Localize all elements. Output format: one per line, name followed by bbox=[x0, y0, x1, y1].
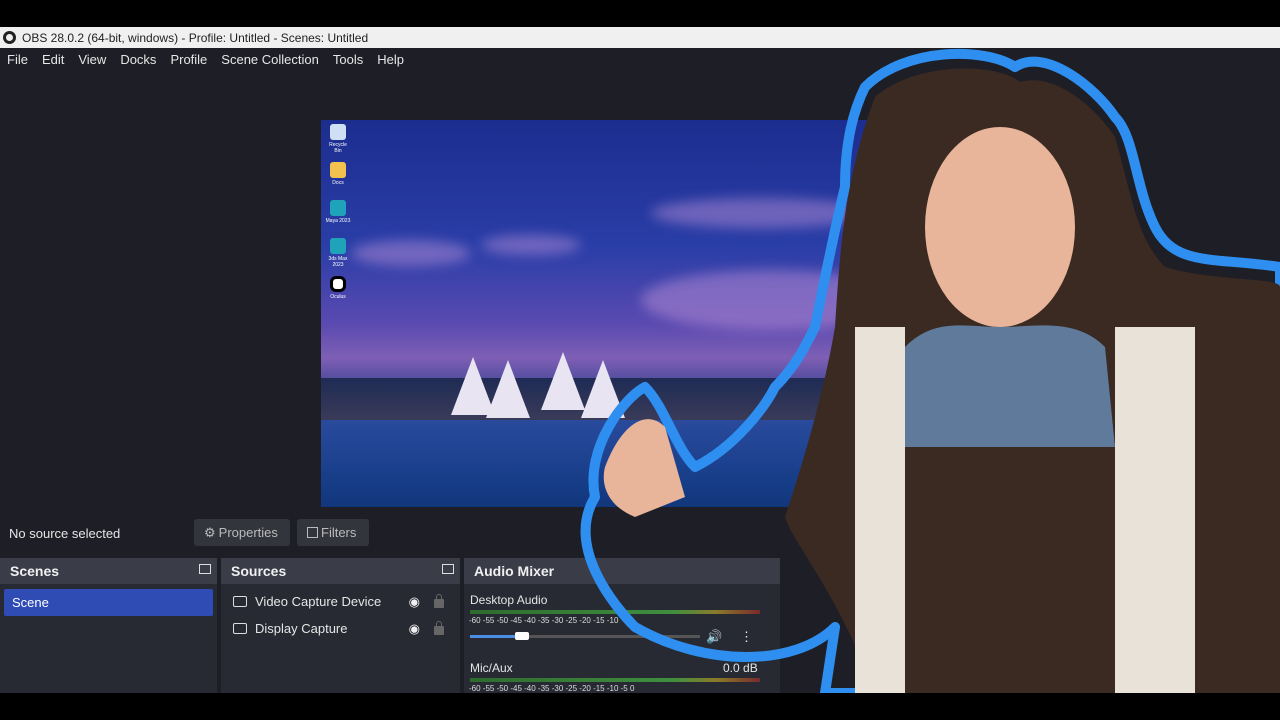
source-item-video-capture[interactable]: Video Capture Device ◉ bbox=[221, 588, 460, 615]
sources-dock: Sources Video Capture Device ◉ Display C… bbox=[221, 558, 460, 693]
city-skyline bbox=[321, 378, 941, 420]
undock-icon[interactable] bbox=[442, 564, 454, 574]
bottom-letterbox bbox=[0, 693, 1280, 720]
desktop-icon-docs[interactable]: Docs bbox=[325, 162, 351, 186]
folder-icon bbox=[330, 162, 346, 178]
source-label: Display Capture bbox=[255, 621, 348, 636]
cloud bbox=[481, 235, 581, 255]
properties-label: Properties bbox=[218, 525, 278, 540]
desktop-icon-label: Recycle Bin bbox=[329, 142, 347, 154]
obs-window: OBS 28.0.2 (64-bit, windows) - Profile: … bbox=[0, 27, 1280, 693]
desktop-icon-recycle-bin[interactable]: Recycle Bin bbox=[325, 124, 351, 154]
menu-bar: File Edit View Docks Profile Scene Colle… bbox=[0, 48, 1280, 70]
desktop-audio-slider-knob[interactable] bbox=[515, 632, 530, 640]
gear-icon: ⚙ bbox=[204, 524, 216, 540]
desktop-icon-3dsmax[interactable]: 3ds Max 2023 bbox=[325, 238, 351, 268]
scenes-dock-header: Scenes bbox=[0, 558, 217, 584]
scene-list-item[interactable]: Scene bbox=[4, 589, 213, 616]
scenes-dock: Scenes Scene bbox=[0, 558, 217, 693]
mic-aux-label: Mic/Aux bbox=[470, 661, 513, 675]
monitor-icon bbox=[233, 623, 247, 634]
camera-icon bbox=[233, 596, 247, 607]
desktop-icon-maya[interactable]: Maya 2023 bbox=[325, 200, 351, 224]
audio-mixer-dock: Audio Mixer Desktop Audio -60 -55 -50 -4… bbox=[464, 558, 780, 693]
window-title: OBS 28.0.2 (64-bit, windows) - Profile: … bbox=[22, 30, 369, 45]
menu-view[interactable]: View bbox=[71, 52, 113, 67]
menu-docks[interactable]: Docks bbox=[113, 52, 163, 67]
sources-dock-header: Sources bbox=[221, 558, 460, 584]
filters-icon bbox=[307, 527, 318, 538]
source-label: Video Capture Device bbox=[255, 594, 382, 609]
lock-icon[interactable] bbox=[434, 621, 444, 635]
scenes-title: Scenes bbox=[10, 563, 60, 579]
visibility-eye-icon[interactable]: ◉ bbox=[409, 594, 420, 610]
filters-button[interactable]: Filters bbox=[297, 519, 369, 546]
sources-title: Sources bbox=[231, 563, 287, 579]
opera-shell bbox=[486, 360, 530, 418]
desktop-icon-label: Maya 2023 bbox=[325, 218, 351, 224]
desktop-icon-label: Docs bbox=[332, 180, 344, 186]
audio-mixer-title: Audio Mixer bbox=[474, 563, 555, 579]
opera-shell bbox=[541, 352, 585, 410]
menu-profile[interactable]: Profile bbox=[163, 52, 214, 67]
desktop-audio-meter bbox=[470, 610, 760, 614]
desktop-icon-oculus[interactable]: Oculus bbox=[325, 276, 351, 300]
undock-icon[interactable] bbox=[199, 564, 211, 574]
audio-mixer-header: Audio Mixer bbox=[464, 558, 780, 584]
mic-aux-level: 0.0 dB bbox=[723, 661, 758, 675]
menu-file[interactable]: File bbox=[0, 52, 35, 67]
filters-label: Filters bbox=[321, 525, 357, 540]
more-options-icon[interactable]: ⋮ bbox=[740, 629, 753, 645]
desktop-audio-ticks: -60 -55 -50 -45 -40 -35 -30 -25 -20 -15 … bbox=[469, 616, 619, 625]
menu-help[interactable]: Help bbox=[370, 52, 411, 67]
preview-canvas[interactable]: Recycle Bin Docs Maya 2023 3ds Max 2023 … bbox=[321, 120, 941, 545]
menu-edit[interactable]: Edit bbox=[35, 52, 71, 67]
menu-scene-collection[interactable]: Scene Collection bbox=[214, 52, 326, 67]
mic-aux-ticks: -60 -55 -50 -45 -40 -35 -30 -25 -20 -15 … bbox=[469, 684, 635, 693]
obs-logo-icon bbox=[3, 31, 16, 44]
oculus-app-icon bbox=[330, 276, 346, 292]
lock-icon[interactable] bbox=[434, 594, 444, 608]
desktop-audio-label: Desktop Audio bbox=[470, 593, 548, 607]
menu-tools[interactable]: Tools bbox=[326, 52, 370, 67]
source-item-display-capture[interactable]: Display Capture ◉ bbox=[221, 615, 460, 642]
desktop-icon-label: Oculus bbox=[330, 294, 346, 300]
cloud bbox=[351, 240, 471, 266]
title-bar: OBS 28.0.2 (64-bit, windows) - Profile: … bbox=[0, 27, 1280, 48]
speaker-icon[interactable]: 🔊 bbox=[706, 629, 722, 645]
recycle-bin-icon bbox=[330, 124, 346, 140]
desktop-icon-label: 3ds Max 2023 bbox=[328, 256, 348, 268]
cloud bbox=[651, 198, 871, 228]
properties-button[interactable]: ⚙ Properties bbox=[194, 519, 290, 546]
visibility-eye-icon[interactable]: ◉ bbox=[409, 621, 420, 637]
preview-area: Recycle Bin Docs Maya 2023 3ds Max 2023 … bbox=[0, 70, 1280, 545]
mic-aux-meter bbox=[470, 678, 760, 682]
source-toolbar: No source selected ⚙ Properties Filters bbox=[0, 507, 1280, 557]
no-source-label: No source selected bbox=[9, 526, 121, 541]
opera-shell bbox=[581, 360, 625, 418]
cloud bbox=[641, 270, 901, 330]
maya-app-icon bbox=[330, 200, 346, 216]
3dsmax-app-icon bbox=[330, 238, 346, 254]
